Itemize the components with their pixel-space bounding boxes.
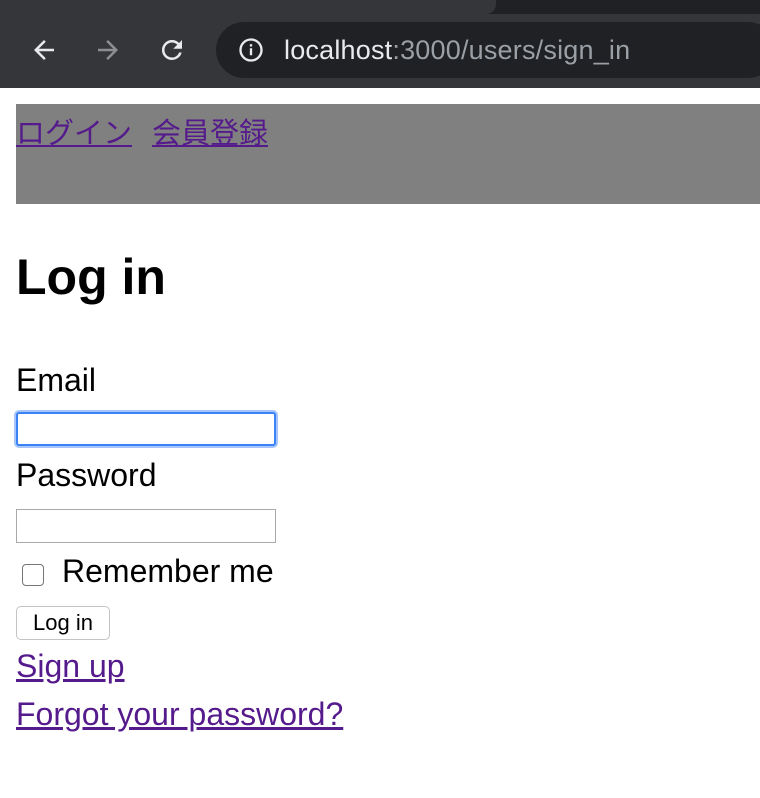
forgot-password-link[interactable]: Forgot your password?: [16, 696, 343, 733]
reload-icon: [161, 39, 182, 60]
reload-button[interactable]: [152, 30, 192, 70]
tab-strip: [0, 0, 760, 14]
info-icon[interactable]: [236, 35, 266, 65]
remember-me-label[interactable]: Remember me: [62, 553, 274, 590]
arrow-right-icon: [98, 40, 118, 60]
password-label: Password: [16, 457, 157, 493]
url-host: localhost: [284, 34, 393, 65]
back-button[interactable]: [24, 30, 64, 70]
email-field[interactable]: [16, 412, 276, 446]
site-header: ログイン 会員登録: [16, 104, 760, 204]
login-submit-button[interactable]: Log in: [16, 606, 110, 640]
tab-strip-empty: [496, 0, 760, 14]
header-register-link[interactable]: 会員登録: [152, 110, 268, 152]
browser-toolbar: localhost:3000/users/sign_in: [0, 0, 760, 88]
remember-me-checkbox[interactable]: [22, 564, 44, 586]
url-path: :3000/users/sign_in: [392, 34, 631, 65]
active-tab[interactable]: [0, 0, 496, 14]
password-field[interactable]: [16, 509, 276, 543]
forward-button[interactable]: [88, 30, 128, 70]
address-bar[interactable]: localhost:3000/users/sign_in: [216, 22, 760, 78]
email-label: Email: [16, 362, 97, 398]
header-login-link[interactable]: ログイン: [16, 110, 132, 152]
arrow-left-icon: [34, 40, 54, 60]
page-title: Log in: [16, 249, 166, 305]
url-text: localhost:3000/users/sign_in: [284, 35, 630, 66]
sign-up-link[interactable]: Sign up: [16, 648, 125, 685]
